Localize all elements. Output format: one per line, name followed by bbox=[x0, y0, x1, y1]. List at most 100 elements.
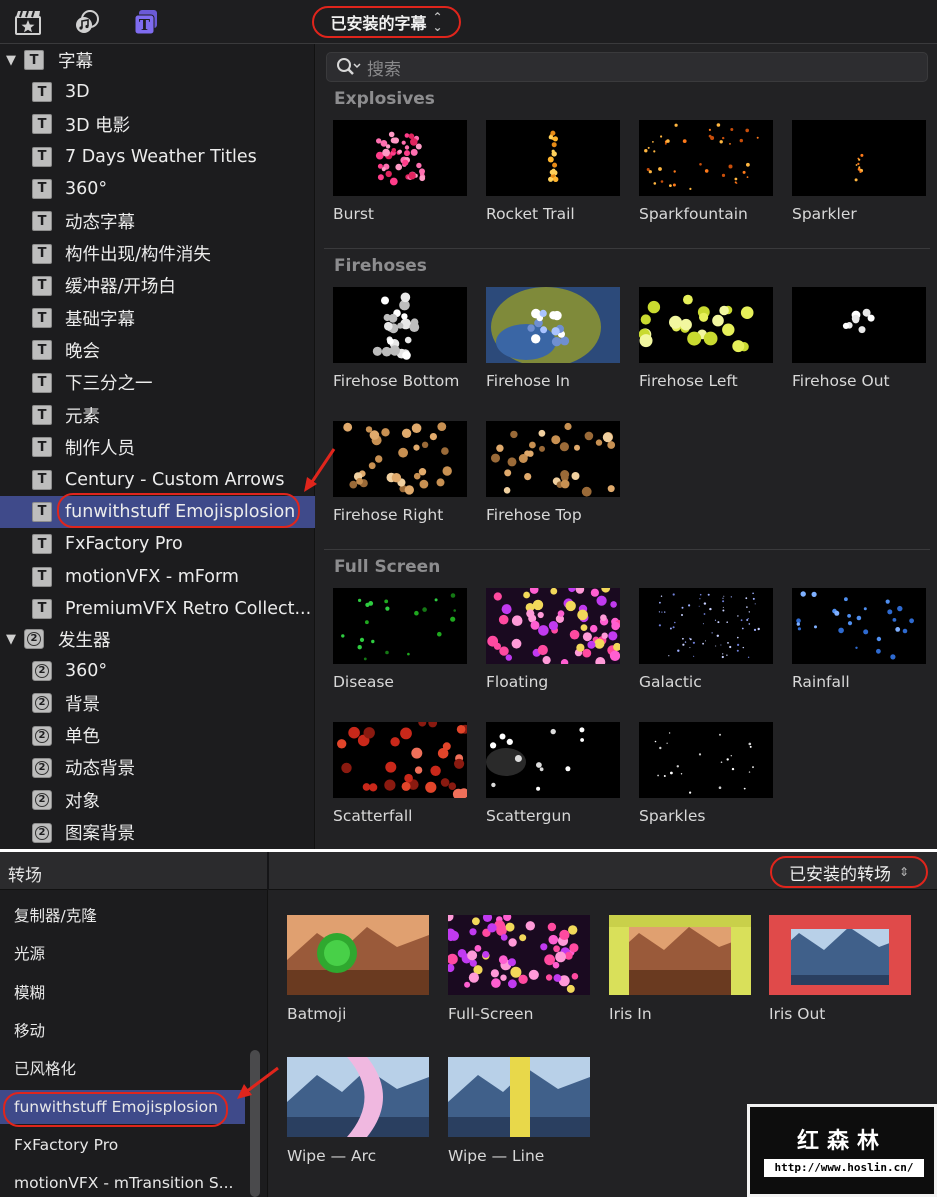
transition-thumbnail-label: Full-Screen bbox=[448, 1005, 534, 1023]
sidebar-item-label: 对象 bbox=[65, 791, 100, 812]
sidebar-item[interactable]: T 元素 bbox=[0, 399, 315, 431]
installed-transitions-dropdown[interactable]: 已安装的转场 ⇕ bbox=[770, 856, 928, 888]
sidebar-item[interactable]: T FxFactory Pro bbox=[0, 528, 315, 560]
transition-category-item[interactable]: 光源 bbox=[0, 936, 245, 970]
sidebar-item-label: 7 Days Weather Titles bbox=[65, 146, 257, 167]
sidebar-item[interactable]: 2 背景 bbox=[0, 687, 315, 719]
title-thumbnail[interactable] bbox=[792, 120, 926, 196]
title-thumbnail[interactable] bbox=[486, 287, 620, 363]
sidebar-item-label: 下三分之一 bbox=[65, 374, 153, 395]
transitions-title: 转场 bbox=[8, 866, 42, 886]
title-t-icon: T bbox=[32, 501, 52, 522]
title-thumbnail[interactable] bbox=[792, 287, 926, 363]
red-arrow-icon bbox=[237, 1066, 279, 1099]
title-thumbnail[interactable] bbox=[333, 722, 467, 798]
title-thumbnail[interactable] bbox=[639, 120, 773, 196]
transition-thumbnail[interactable] bbox=[448, 915, 590, 995]
sidebar-item[interactable]: T 下三分之一 bbox=[0, 367, 315, 399]
sidebar-item[interactable]: T PremiumVFX Retro Collect... bbox=[0, 593, 315, 625]
title-thumbnail[interactable] bbox=[486, 421, 620, 497]
sidebar-item[interactable]: T 构件出现/构件消失 bbox=[0, 238, 315, 270]
title-thumbnail-label: Burst bbox=[333, 205, 374, 223]
title-thumbnail-label: Floating bbox=[486, 673, 549, 691]
disclosure-triangle-icon[interactable]: ▼ bbox=[2, 632, 20, 647]
titles-sidebar: ▼ T 字幕 T 3D T 3D 电影 T 7 Days Weather Titles T 3… bbox=[0, 44, 315, 849]
installed-titles-dropdown[interactable]: 已安装的字幕 ⌃ ⌄ bbox=[312, 6, 461, 38]
updown-chevron-icon: ⌃ ⌄ bbox=[432, 10, 443, 34]
sidebar-item-label: 缓冲器/开场白 bbox=[65, 277, 176, 298]
transition-category-item[interactable]: 移动 bbox=[0, 1013, 245, 1047]
sidebar-item[interactable]: 2 360° bbox=[0, 655, 315, 687]
transition-category-item[interactable]: funwithstuff Emojisplosion bbox=[0, 1089, 245, 1124]
sidebar-item[interactable]: T 动态字幕 bbox=[0, 205, 315, 237]
sidebar-item[interactable]: 2 单色 bbox=[0, 720, 315, 752]
watermark-url: http://www.hoslin.cn/ bbox=[764, 1159, 924, 1177]
sidebar-item[interactable]: T 晚会 bbox=[0, 334, 315, 366]
transition-thumbnail-label: Iris In bbox=[609, 1005, 652, 1023]
title-thumbnail-label: Firehose Bottom bbox=[333, 372, 460, 390]
title-thumbnail-label: Firehose Out bbox=[792, 372, 890, 390]
title-t-icon: T bbox=[32, 178, 52, 199]
title-thumbnail[interactable] bbox=[333, 421, 467, 497]
sidebar-item[interactable]: T 360° bbox=[0, 173, 315, 205]
title-thumbnail[interactable] bbox=[486, 588, 620, 664]
title-thumbnail[interactable] bbox=[486, 120, 620, 196]
title-thumbnail-label: Disease bbox=[333, 673, 394, 691]
disclosure-triangle-icon[interactable]: ▼ bbox=[2, 53, 20, 68]
title-thumbnail[interactable] bbox=[333, 287, 467, 363]
sidebar-item[interactable]: T 7 Days Weather Titles bbox=[0, 141, 315, 173]
updown-chevron-icon: ⇕ bbox=[898, 865, 910, 879]
sidebar-item-label: Century - Custom Arrows bbox=[65, 469, 285, 490]
group-separator bbox=[324, 248, 930, 249]
sidebar-item[interactable]: T Century - Custom Arrows bbox=[0, 464, 315, 496]
title-t-icon: T bbox=[32, 82, 52, 102]
sidebar-item[interactable]: TmotionVFX - mForm bbox=[0, 561, 315, 593]
sidebar-item[interactable]: T 基础字幕 bbox=[0, 302, 315, 334]
title-thumbnail-label: Firehose Right bbox=[333, 506, 444, 524]
search-icon bbox=[337, 58, 361, 75]
transition-thumbnail[interactable] bbox=[609, 915, 751, 995]
title-thumbnail[interactable] bbox=[486, 722, 620, 798]
clapper-star-icon[interactable] bbox=[13, 8, 43, 36]
sidebar-item[interactable]: 2 动态背景 bbox=[0, 752, 315, 784]
dropdown-label: 已安装的字幕 bbox=[330, 14, 427, 33]
sidebar-item[interactable]: T 3D bbox=[0, 76, 315, 108]
title-thumbnail[interactable] bbox=[333, 588, 467, 664]
title-thumbnail-label: Sparkler bbox=[792, 205, 857, 223]
transition-category-item[interactable]: motionVFX - mTransition S... bbox=[0, 1166, 245, 1197]
transition-thumbnail[interactable] bbox=[448, 1057, 590, 1137]
transition-category-item[interactable]: 复制器/克隆 bbox=[0, 898, 245, 932]
title-thumbnail[interactable] bbox=[639, 588, 773, 664]
title-t-icon: T bbox=[32, 211, 52, 232]
title-thumbnail-label: Sparkfountain bbox=[639, 205, 748, 223]
title-t-icon: T bbox=[32, 405, 52, 425]
title-thumbnail[interactable] bbox=[333, 120, 467, 196]
sidebar-item[interactable]: Tfunwithstuff Emojisplosion bbox=[0, 495, 315, 528]
title-t-icon: T bbox=[32, 275, 52, 296]
transition-category-item[interactable]: FxFactory Pro bbox=[0, 1128, 245, 1162]
search-field[interactable]: 搜索 bbox=[326, 52, 928, 82]
sidebar-item[interactable]: T 3D 电影 bbox=[0, 108, 315, 140]
title-thumbnail[interactable] bbox=[639, 287, 773, 363]
title-thumbnail[interactable] bbox=[639, 722, 773, 798]
category-titles[interactable]: ▼ T 字幕 bbox=[0, 44, 315, 76]
category-generators[interactable]: ▼ 2 发生器 bbox=[0, 623, 315, 655]
sidebar-item[interactable]: 2 图案背景 bbox=[0, 817, 315, 849]
search-placeholder: 搜索 bbox=[367, 59, 401, 80]
watermark-logo: 红森林 http://www.hoslin.cn/ bbox=[747, 1104, 937, 1197]
sidebar-item[interactable]: 2 对象 bbox=[0, 784, 315, 816]
title-t-icon: T bbox=[32, 598, 52, 619]
title-t-icon: T bbox=[32, 534, 52, 555]
title-thumbnail[interactable] bbox=[792, 588, 926, 664]
transition-category-item[interactable]: 已风格化 bbox=[0, 1051, 245, 1085]
transition-thumbnail[interactable] bbox=[769, 915, 911, 995]
titles-browser: T 已安装的字幕 ⌃ ⌄ ▼ T 字幕 T 3D T 3D 电影 T 7 Days Weat… bbox=[0, 0, 937, 849]
transition-category-item[interactable]: 模糊 bbox=[0, 975, 245, 1009]
photos-music-icon[interactable] bbox=[72, 8, 102, 36]
sidebar-item[interactable]: T 制作人员 bbox=[0, 431, 315, 463]
titles-icon[interactable]: T bbox=[131, 8, 161, 36]
transition-thumbnail[interactable] bbox=[287, 1057, 429, 1137]
sidebar-item[interactable]: T 缓冲器/开场白 bbox=[0, 270, 315, 302]
sidebar-item-label: 360° bbox=[65, 178, 108, 199]
transition-thumbnail[interactable] bbox=[287, 915, 429, 995]
